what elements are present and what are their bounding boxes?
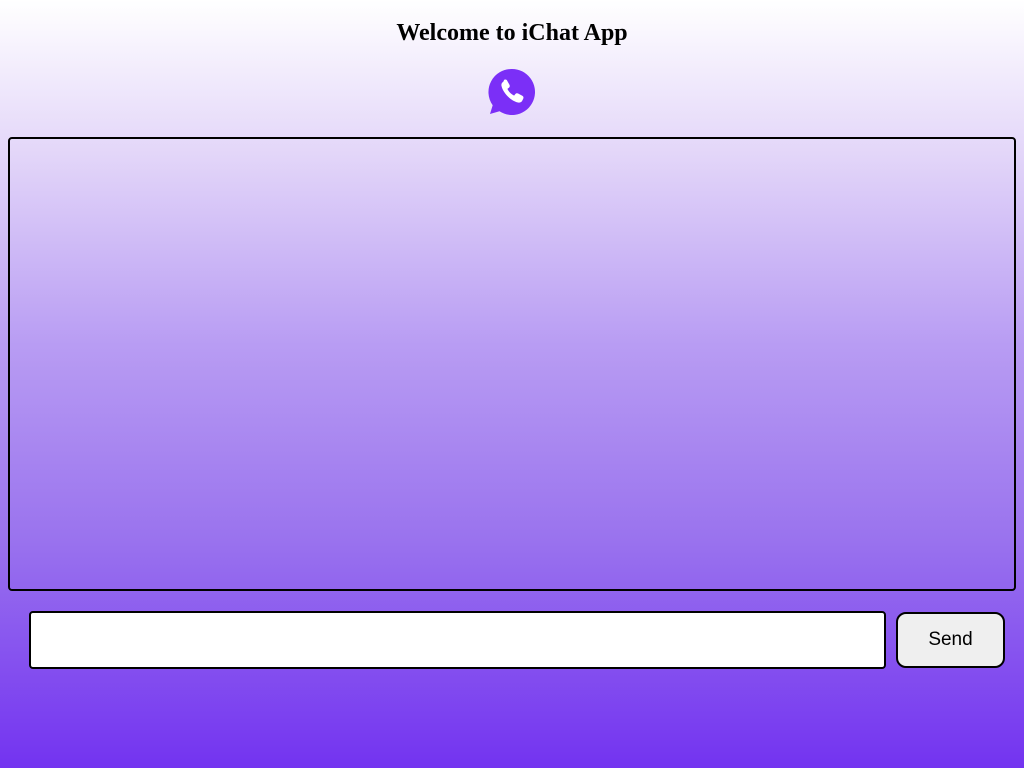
- chat-logo-icon: [488, 68, 536, 115]
- page-title: Welcome to iChat App: [396, 20, 628, 46]
- message-input[interactable]: [29, 611, 886, 669]
- chat-messages-area[interactable]: [8, 137, 1016, 591]
- send-button[interactable]: Send: [896, 612, 1005, 668]
